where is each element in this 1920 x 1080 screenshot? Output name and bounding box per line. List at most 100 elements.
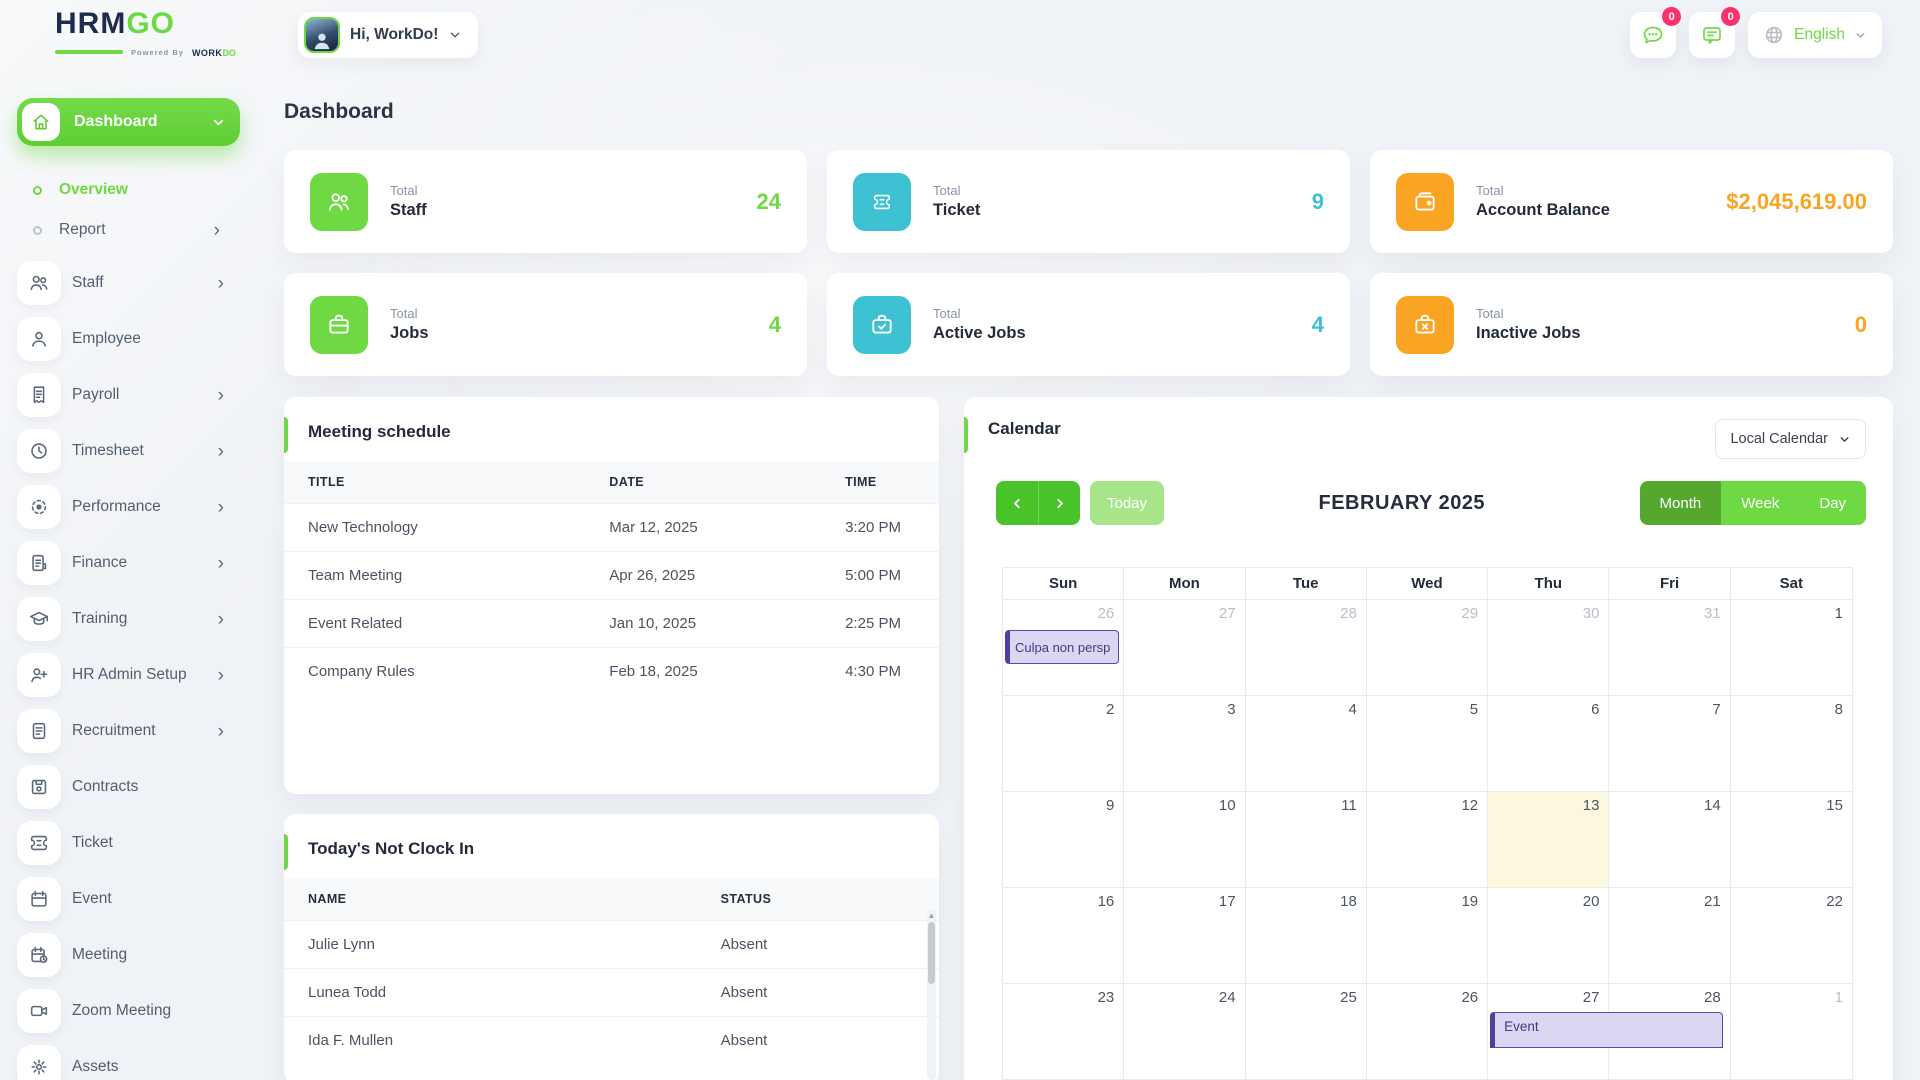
sidebar-item-hr-admin-setup[interactable]: HR Admin Setup› (17, 652, 270, 698)
calendar-day-cell[interactable]: 25 (1246, 984, 1367, 1079)
calendar-day-cell[interactable]: 4 (1246, 696, 1367, 791)
calendar-source-select[interactable]: Local Calendar (1715, 419, 1866, 459)
calendar-day-cell[interactable]: 11 (1246, 792, 1367, 887)
sidebar-item-performance[interactable]: Performance› (17, 484, 270, 530)
chat-icon (1641, 23, 1665, 47)
calendar-day-header: Mon (1124, 568, 1245, 599)
calendar-day-cell[interactable]: 3 (1124, 696, 1245, 791)
calendar-today-button[interactable]: Today (1090, 481, 1164, 525)
chevron-right-icon: › (218, 274, 224, 293)
calendar-day-cell[interactable]: 1 (1731, 600, 1852, 695)
calendar-day-cell[interactable]: 21 (1609, 888, 1730, 983)
scrollbar-thumb[interactable] (928, 922, 935, 984)
calendar-day-cell[interactable]: 19 (1367, 888, 1488, 983)
calendar-day-cell[interactable]: 17 (1124, 888, 1245, 983)
sidebar-item-assets[interactable]: Assets (17, 1044, 270, 1080)
icon-chip (17, 653, 61, 697)
calendar-day-cell[interactable]: 15 (1731, 792, 1852, 887)
table-scrollbar[interactable]: ▲ (927, 909, 936, 1080)
stat-label: Jobs (390, 324, 429, 343)
calendar-day-cell[interactable]: 20 (1488, 888, 1609, 983)
calendar-view-month-button[interactable]: Month (1640, 481, 1722, 525)
calendar-day-cell[interactable]: 6 (1488, 696, 1609, 791)
calendar-day-cell[interactable]: 2 (1003, 696, 1124, 791)
calendar-day-cell[interactable]: 22 (1731, 888, 1852, 983)
calendar-day-cell[interactable]: 26Culpa non persp (1003, 600, 1124, 695)
column-header: STATUS (697, 878, 939, 921)
calendar-day-cell[interactable]: 7 (1609, 696, 1730, 791)
sidebar-item-label: Employee (72, 330, 141, 348)
calendar-day-number: 1 (1835, 605, 1843, 622)
logo-workdo-dark: WORK (192, 48, 223, 58)
calendar-day-cell[interactable]: 30 (1488, 600, 1609, 695)
sidebar-item-training[interactable]: Training› (17, 596, 270, 642)
sidebar-item-report[interactable]: Report› (0, 210, 270, 250)
sidebar-item-recruitment[interactable]: Recruitment› (17, 708, 270, 754)
sidebar-item-label: Finance (72, 554, 127, 572)
calendar-day-cell[interactable]: 14 (1609, 792, 1730, 887)
calendar-day-cell[interactable]: 26 (1367, 984, 1488, 1079)
sidebar-item-label: Event (72, 890, 112, 908)
calendar-day-cell[interactable]: 28 (1246, 600, 1367, 695)
table-cell: 5:00 PM (821, 552, 939, 600)
chevron-right-icon: › (218, 386, 224, 405)
notifications-button[interactable]: 0 (1689, 12, 1735, 58)
table-cell: Julie Lynn (284, 921, 697, 969)
calendar-next-button[interactable] (1038, 481, 1080, 525)
recruitment-icon (28, 720, 50, 742)
calendar-event[interactable]: Culpa non persp (1005, 630, 1119, 664)
calendar-event[interactable]: Event (1490, 1012, 1723, 1048)
chat-button[interactable]: 0 (1630, 12, 1676, 58)
sidebar-item-overview[interactable]: Overview (0, 170, 270, 210)
calendar-day-cell[interactable]: 10 (1124, 792, 1245, 887)
calendar-day-header: Fri (1609, 568, 1730, 599)
calendar-view-day-button[interactable]: Day (1799, 481, 1866, 525)
sidebar-item-meeting[interactable]: Meeting (17, 932, 270, 978)
sidebar-item-timesheet[interactable]: Timesheet› (17, 428, 270, 474)
stat-total-label: Total (1476, 306, 1581, 321)
calendar-day-cell[interactable]: 9 (1003, 792, 1124, 887)
calendar-day-cell[interactable]: 13 (1488, 792, 1609, 887)
sidebar-item-contracts[interactable]: Contracts (17, 764, 270, 810)
calendar-day-number: 26 (1461, 989, 1478, 1006)
sidebar-item-label: Payroll (72, 386, 119, 404)
sidebar-item-payroll[interactable]: Payroll › (17, 372, 270, 418)
calendar-day-header: Sat (1731, 568, 1852, 599)
calendar-day-number: 17 (1219, 893, 1236, 910)
sidebar-item-ticket[interactable]: Ticket (17, 820, 270, 866)
briefcase-icon (310, 296, 368, 354)
calendar-day-cell[interactable]: 1 (1731, 984, 1852, 1079)
sidebar-item-dashboard[interactable]: Dashboard (17, 98, 240, 146)
sidebar-item-staff[interactable]: Staff› (17, 260, 270, 306)
stat-card-account-balance: TotalAccount Balance$2,045,619.00 (1370, 150, 1893, 253)
calendar-week-row: 9 101112131415 (1003, 791, 1852, 887)
calendar-day-number: 9 (1106, 797, 1114, 814)
language-selector[interactable]: English (1748, 12, 1882, 58)
calendar-day-cell[interactable]: 18 (1246, 888, 1367, 983)
user-menu-button[interactable]: Hi, WorkDo! (298, 12, 478, 58)
table-cell: Absent (697, 921, 939, 969)
calendar-day-cell[interactable]: 5 (1367, 696, 1488, 791)
calendar-prev-button[interactable] (996, 481, 1038, 525)
icon-chip (17, 485, 61, 529)
stat-label: Ticket (933, 201, 980, 220)
calendar-day-cell[interactable]: 29 (1367, 600, 1488, 695)
chevron-right-icon: › (218, 610, 224, 629)
calendar-day-cell[interactable]: 31 (1609, 600, 1730, 695)
calendar-day-cell[interactable]: 16 (1003, 888, 1124, 983)
calendar-day-cell[interactable]: 24 (1124, 984, 1245, 1079)
calendar-view-week-button[interactable]: Week (1721, 481, 1799, 525)
calendar-day-cell[interactable]: 27 (1124, 600, 1245, 695)
sidebar-item-event[interactable]: Event (17, 876, 270, 922)
calendar-day-cell[interactable]: 12 (1367, 792, 1488, 887)
ticket-icon (853, 173, 911, 231)
sidebar-item-finance[interactable]: Finance› (17, 540, 270, 586)
calendar-day-cell[interactable]: 27Event (1488, 984, 1609, 1079)
sidebar-item-label: Performance (72, 498, 161, 516)
sidebar-item-employee[interactable]: Employee (17, 316, 270, 362)
calendar-day-cell[interactable]: 8 (1731, 696, 1852, 791)
event-icon (28, 888, 50, 910)
sidebar-item-label: Ticket (72, 834, 113, 852)
calendar-day-cell[interactable]: 23 (1003, 984, 1124, 1079)
sidebar-item-zoom-meeting[interactable]: Zoom Meeting (17, 988, 270, 1034)
